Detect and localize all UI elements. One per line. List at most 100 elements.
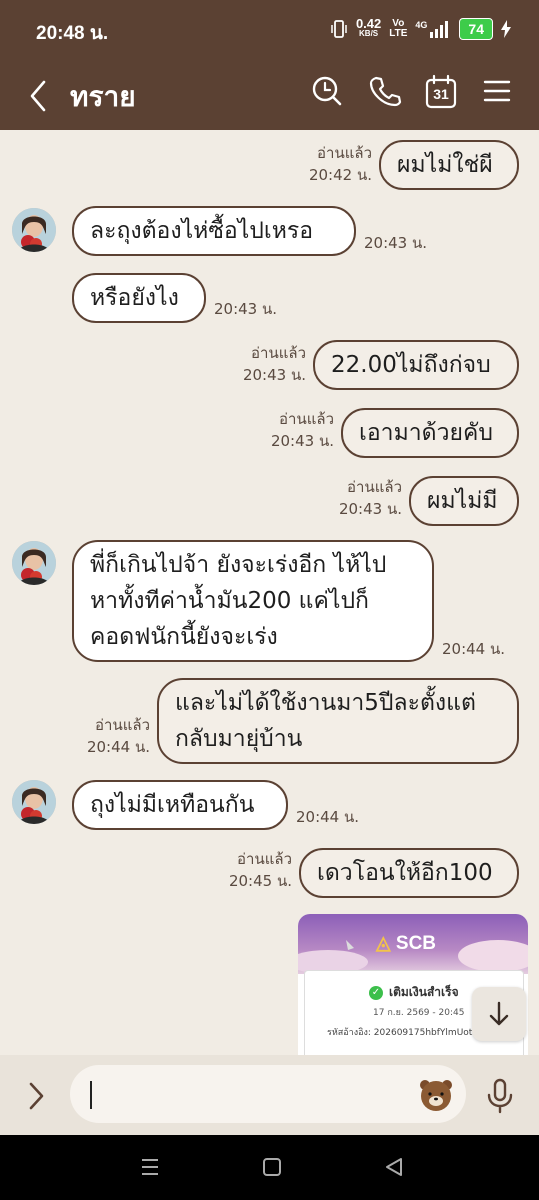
message-text: เดวโอนให้อีก100 [317,860,493,886]
message-meta: อ่านแล้ว 20:45 น. [220,848,292,892]
read-receipt: อ่านแล้ว [95,716,150,734]
home-icon [263,1158,281,1176]
expand-button[interactable] [26,1079,54,1113]
check-icon: ✓ [369,985,383,1000]
status-icons: 0.42 KB/S Vo LTE 4G 74 [330,16,511,40]
mic-button[interactable] [484,1077,516,1115]
avatar-image [12,208,56,252]
calendar-button[interactable]: 31 [424,74,458,109]
message-time: 20:43 น. [242,366,306,384]
message-bubble-out[interactable]: เดวโอนให้อีก100 [299,848,519,898]
message-bubble-out[interactable]: เอามาด้วยคับ [341,408,519,458]
message-meta: อ่านแล้ว 20:43 น. [262,408,334,452]
message-time: 20:43 น. [364,234,428,252]
message-meta: อ่านแล้ว 20:42 น. [300,142,372,186]
slip-header: ◬ SCB [298,914,528,974]
avatar-image [12,780,56,824]
recent-apps-button[interactable] [138,1155,164,1181]
message-time: 20:43 น. [338,500,402,518]
message-input[interactable] [70,1065,466,1123]
signal-indicator: 4G [415,20,451,38]
message-meta: อ่านแล้ว 20:44 น. [78,714,150,758]
scb-logo-mark: ◬ [376,933,391,954]
call-button[interactable] [368,74,402,108]
message-text: เอามาด้วยคับ [359,420,493,446]
message-time: 20:44 น. [86,738,150,756]
search-button[interactable] [310,74,344,108]
scb-logo: ◬ SCB [376,932,436,955]
net-speed-value: 0.42 [355,16,382,31]
scroll-down-button[interactable] [472,987,526,1041]
message-bubble-in[interactable]: ละถุงต้องไห่ซื้อไปเหรอ [72,206,356,256]
recent-apps-icon [142,1159,158,1175]
signal-icon [430,21,449,38]
slip-reference: รหัสอ้างอิง: 202609175hbfYlmUotLC [327,1028,484,1038]
read-receipt: อ่านแล้ว [251,344,306,362]
slip-datetime: 17 ก.ย. 2569 - 20:45 [373,1008,465,1018]
message-text: ผมไม่ใช่ผี [397,152,493,178]
avatar[interactable] [12,541,56,585]
message-bubble-out[interactable]: ผมไม่มี [409,476,519,526]
signal-label: 4G [415,20,428,30]
home-button[interactable] [260,1155,286,1181]
vibrate-icon [331,20,347,38]
avatar-image [12,541,56,585]
back-nav-button[interactable] [382,1155,408,1181]
back-arrow-icon [30,80,46,112]
message-text: ถุงไม่มีเหทือนกัน [90,792,255,818]
message-time: 20:44 น. [442,640,506,658]
chevron-right-icon [29,1082,44,1110]
net-speed: 0.42 KB/S [355,16,382,39]
message-bubble-out[interactable]: และไม่ได้ใช้งานมา5ปีละตั้งแต่ กลับมายุ่บ… [157,678,519,764]
status-time: 20:48 น. [36,23,109,44]
message-time: 20:42 น. [308,166,372,184]
volte-indicator: Vo LTE [389,19,407,39]
avatar[interactable] [12,208,56,252]
message-time: 20:45 น. [228,872,292,890]
avatar[interactable] [12,780,56,824]
read-receipt: อ่านแล้ว [237,850,292,868]
message-bubble-out[interactable]: ผมไม่ใช่ผี [379,140,519,190]
message-time: 20:44 น. [296,808,360,826]
slip-status-text: เติมเงินสำเร็จ [389,985,459,999]
menu-icon [483,80,511,102]
sticker-button[interactable] [418,1077,454,1113]
search-icon [312,76,342,106]
mic-icon [487,1078,513,1114]
system-nav-bar [0,1135,539,1200]
read-receipt: อ่านแล้ว [347,478,402,496]
back-triangle-icon [386,1158,402,1176]
text-caret [90,1081,92,1109]
chat-title[interactable]: ทราย [70,75,136,119]
net-speed-unit: KB/S [359,29,379,38]
message-text: 22.00ไม่ถึงก่จบ [331,352,491,378]
message-time: 20:43 น. [270,432,334,450]
message-bubble-out[interactable]: 22.00ไม่ถึงก่จบ [313,340,519,390]
back-button[interactable] [26,76,56,116]
message-meta: อ่านแล้ว 20:43 น. [330,476,402,520]
scroll-down-icon [489,1001,509,1026]
status-bar: 20:48 น. 0.42 KB/S Vo LTE 4G 74 [0,0,539,62]
message-bubble-in[interactable]: ถุงไม่มีเหทือนกัน [72,780,288,830]
menu-button[interactable] [482,74,516,108]
message-text: ผมไม่มี [427,488,498,514]
read-receipt: อ่านแล้ว [317,144,372,162]
message-text: พี่ก็เกินไปจ้า ยังจะเร่งอีก ไห้ไป หาทั้ง… [90,552,387,650]
message-text: หรือยังไง [90,285,179,311]
message-text: ละถุงต้องไห่ซื้อไปเหรอ [90,218,314,244]
slip-status: ✓ เติมเงินสำเร็จ [369,983,459,1002]
message-text: และไม่ได้ใช้งานมา5ปีละตั้งแต่ กลับมายุ่บ… [175,690,476,752]
message-bubble-in[interactable]: พี่ก็เกินไปจ้า ยังจะเร่งอีก ไห้ไป หาทั้ง… [72,540,434,662]
calendar-day: 31 [433,86,449,102]
phone-icon [369,76,402,107]
message-time: 20:43 น. [214,300,278,318]
message-meta: อ่านแล้ว 20:43 น. [234,342,306,386]
scb-logo-text: SCB [395,933,437,954]
battery-indicator: 74 [459,18,493,40]
chat-area[interactable]: อ่านแล้ว 20:42 น. ผมไม่ใช่ผี ละถุงต้องไห… [0,130,539,1055]
chat-header: ทราย 31 [0,62,539,130]
read-receipt: อ่านแล้ว [279,410,334,428]
volte-bottom: LTE [389,28,408,39]
message-bubble-in[interactable]: หรือยังไง [72,273,206,323]
bear-sticker-icon [420,1080,452,1111]
